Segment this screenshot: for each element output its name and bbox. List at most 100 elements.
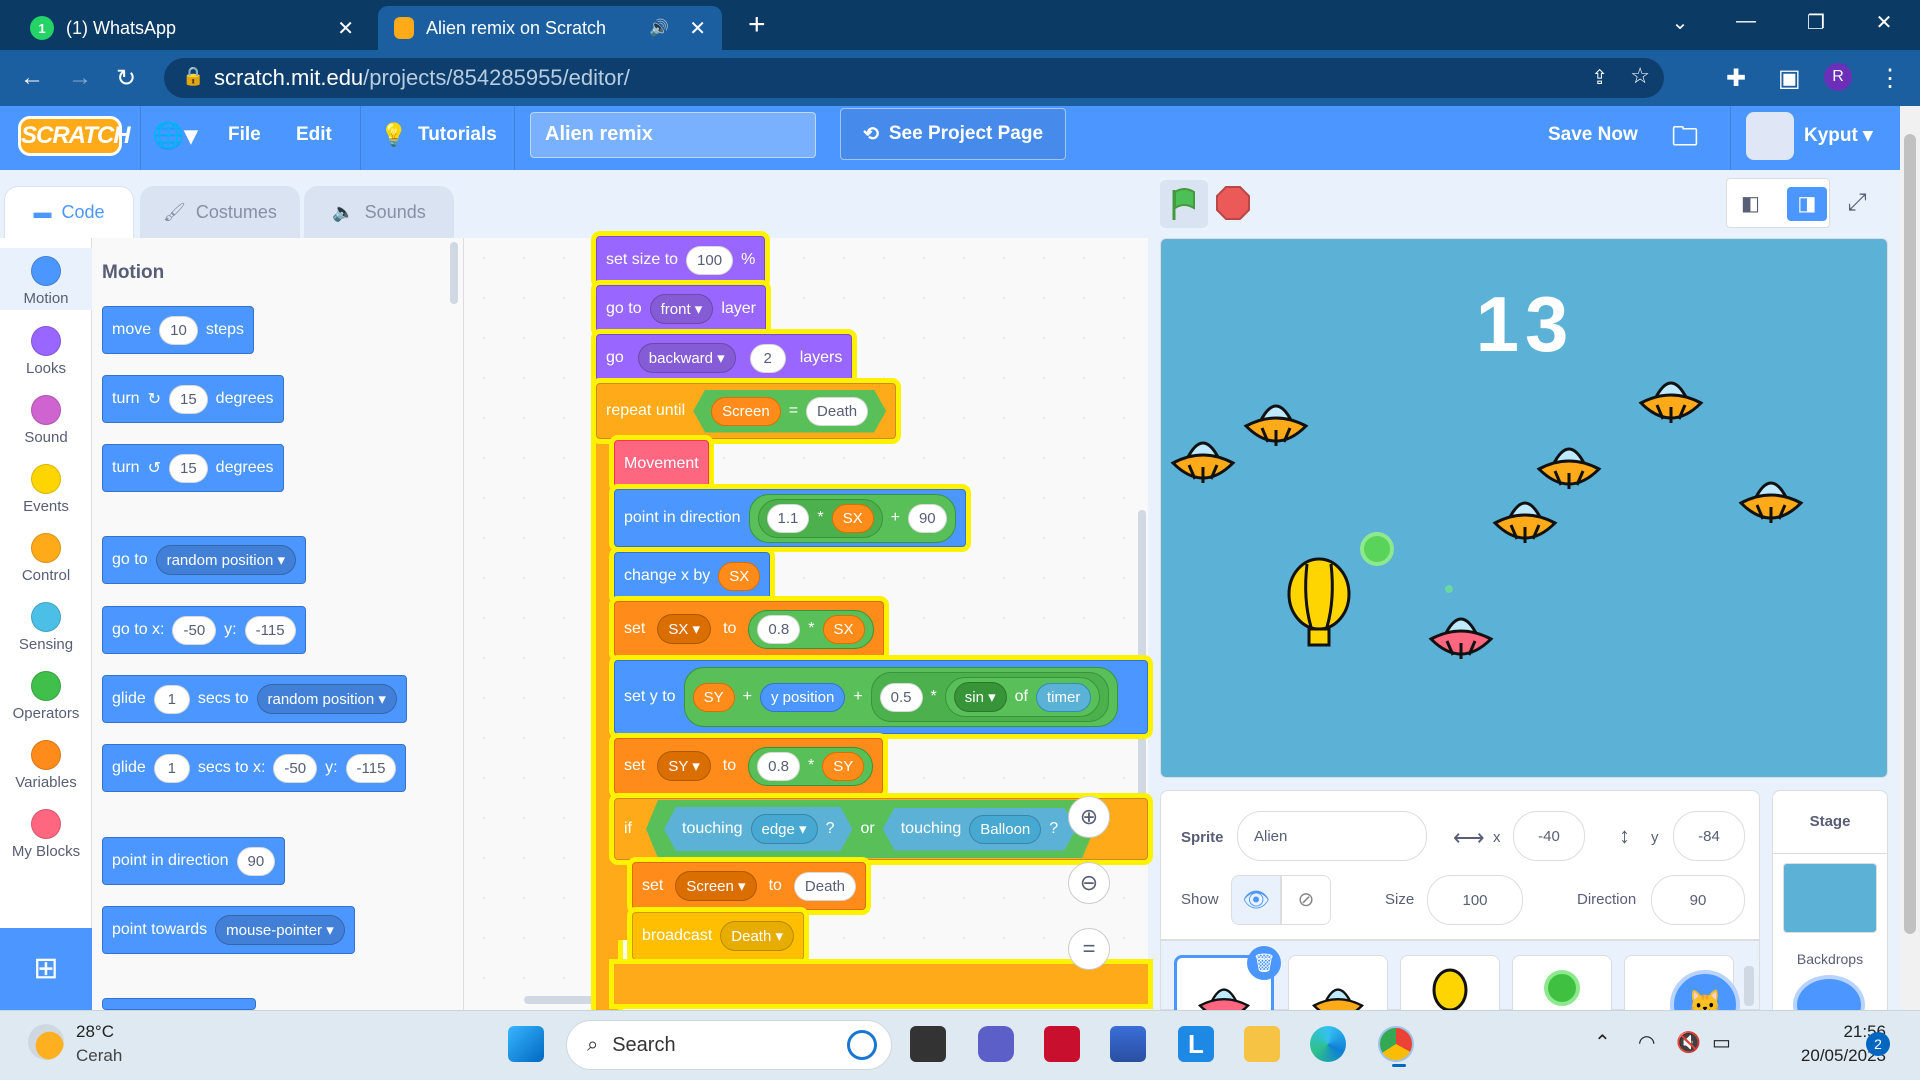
category-motion[interactable]: Motion <box>0 248 92 310</box>
block-move-steps[interactable]: move 10 steps <box>102 306 255 354</box>
zoom-out-icon[interactable]: ⊖ <box>1068 862 1110 904</box>
edge-browser-icon[interactable] <box>1310 1026 1346 1062</box>
stage-canvas[interactable]: 13 <box>1160 238 1888 778</box>
block-input[interactable]: 15 <box>168 384 208 414</box>
tab-costumes[interactable]: 🖌 Costumes <box>140 186 300 238</box>
add-operator[interactable]: SY + y position +0.5 * sin ▾ of timer <box>683 667 1119 727</box>
delete-sprite-icon[interactable]: 🗑 <box>1247 946 1281 980</box>
sprite-list-scrollbar[interactable] <box>1744 966 1754 1006</box>
add-operator[interactable]: 1.1 * SX +90 <box>748 493 956 543</box>
bing-icon[interactable] <box>847 1030 877 1060</box>
category-sensing[interactable]: Sensing <box>0 602 92 653</box>
variable-reporter[interactable]: SY <box>822 751 865 781</box>
language-globe-icon[interactable]: 🌐▾ <box>152 120 197 151</box>
extensions-icon[interactable]: ✚ <box>1726 64 1746 93</box>
block-input[interactable]: 2 <box>749 343 786 373</box>
see-project-page-button[interactable]: ⟲ See Project Page <box>840 108 1066 160</box>
block-change-x[interactable]: change x by SX <box>614 552 771 600</box>
block-input[interactable]: -50 <box>273 753 318 783</box>
size-field[interactable]: 100 <box>1427 875 1523 925</box>
block-dropdown[interactable]: random position ▾ <box>155 545 297 575</box>
volume-muted-icon[interactable]: 🔇 <box>1676 1030 1701 1055</box>
minimize-icon[interactable]: — <box>1726 10 1766 33</box>
close-tab-icon[interactable]: ✕ <box>337 16 354 41</box>
block-dropdown[interactable]: SX ▾ <box>657 614 712 644</box>
edit-menu[interactable]: Edit <box>296 124 332 146</box>
tab-search-icon[interactable]: ⌄ <box>1660 10 1700 35</box>
tab-code[interactable]: ▬ Code <box>4 186 134 238</box>
block-broadcast[interactable]: broadcast Death ▾ <box>632 912 804 960</box>
block-turn-left[interactable]: turn ↺ 15 degrees <box>102 444 284 492</box>
touching-edge-condition[interactable]: touching edge ▾? <box>664 807 852 851</box>
block-input[interactable]: 0.5 <box>879 682 923 712</box>
y-field[interactable]: -84 <box>1673 811 1745 861</box>
variable-reporter[interactable]: SX <box>831 503 874 533</box>
block-movement-call[interactable]: Movement <box>614 440 709 488</box>
block-input[interactable]: 1.1 <box>766 503 810 533</box>
show-eye-icon[interactable]: 👁 <box>1231 875 1281 925</box>
show-hidden-icons-chevron-icon[interactable]: ⌃ <box>1594 1030 1611 1055</box>
category-variables[interactable]: Variables <box>0 740 92 791</box>
block-glide-xy[interactable]: glide 1 secs to x: -50 y: -115 <box>102 744 407 792</box>
wifi-icon[interactable]: ◠ <box>1638 1030 1655 1055</box>
taskbar-search[interactable]: ⌕ Search <box>566 1020 892 1070</box>
tab-sounds[interactable]: 🔈 Sounds <box>304 186 454 238</box>
multiply-operator[interactable]: 0.8 * SY <box>748 746 874 786</box>
block-dropdown[interactable]: Balloon <box>969 815 1041 844</box>
tab-whatsapp[interactable]: 1 (1) WhatsApp ✕ <box>14 6 370 50</box>
block-glide-random[interactable]: glide 1 secs to random position ▾ <box>102 675 407 723</box>
block-go-to-xy[interactable]: go to x: -50 y: -115 <box>102 606 306 654</box>
block-dropdown[interactable]: SY ▾ <box>657 751 711 781</box>
chrome-browser-icon[interactable] <box>1378 1026 1414 1062</box>
block-input[interactable]: 1 <box>153 684 190 714</box>
battery-icon[interactable]: ▭ <box>1712 1030 1731 1055</box>
math-function-operator[interactable]: sin ▾ of timer <box>944 677 1101 717</box>
multiply-operator[interactable]: 0.5 * sin ▾ of timer <box>870 672 1110 722</box>
category-events[interactable]: Events <box>0 464 92 515</box>
zoom-in-icon[interactable]: ⊕ <box>1068 796 1110 838</box>
block-dropdown[interactable]: front ▾ <box>649 294 714 324</box>
notification-badge[interactable]: 2 <box>1866 1032 1890 1056</box>
block-point-towards[interactable]: point towards mouse-pointer ▾ <box>102 906 355 954</box>
equals-operator[interactable]: Screen = Death <box>693 390 886 433</box>
or-operator[interactable]: touching edge ▾? or touching Balloon? <box>646 800 1094 858</box>
launcher-l-icon[interactable]: L <box>1178 1026 1214 1062</box>
block-input[interactable]: 0.8 <box>757 751 800 781</box>
block-go-layers[interactable]: go backward ▾ 2 layers <box>596 334 853 382</box>
tab-scratch[interactable]: Alien remix on Scratch 🔊 ✕ <box>378 6 722 50</box>
block-input[interactable]: Death <box>793 871 856 901</box>
block-point-direction[interactable]: point in direction 90 <box>102 837 286 885</box>
touching-balloon-condition[interactable]: touching Balloon? <box>883 808 1076 851</box>
small-stage-icon[interactable]: ◧ <box>1741 191 1760 216</box>
category-sound[interactable]: Sound <box>0 395 92 446</box>
block-point-in-direction[interactable]: point in direction 1.1 * SX +90 <box>614 489 966 547</box>
block-input[interactable]: 1 <box>153 753 190 783</box>
block-input[interactable]: -50 <box>172 615 217 645</box>
block-dropdown[interactable]: backward ▾ <box>637 343 736 373</box>
zoom-reset-icon[interactable]: = <box>1068 928 1110 970</box>
block-input[interactable]: -115 <box>244 615 296 645</box>
page-scroll-thumb[interactable] <box>1904 134 1916 934</box>
category-operators[interactable]: Operators <box>0 671 92 722</box>
page-scrollbar[interactable] <box>1900 106 1920 1010</box>
block-input[interactable]: 90 <box>907 503 947 533</box>
block-dropdown[interactable]: random position ▾ <box>256 684 397 714</box>
mcafee-icon[interactable] <box>1044 1026 1080 1062</box>
block-go-to-layer[interactable]: go to front ▾ layer <box>596 285 766 333</box>
block-input[interactable]: 0.8 <box>757 614 801 644</box>
add-extension-button[interactable]: ⊞ <box>0 928 92 1010</box>
category-my-blocks[interactable]: My Blocks <box>0 809 92 860</box>
back-icon[interactable]: ← <box>20 64 44 92</box>
x-field[interactable]: -40 <box>1513 811 1585 861</box>
bookmark-star-icon[interactable]: ☆ <box>1630 63 1650 89</box>
variable-reporter[interactable]: SX <box>822 614 865 644</box>
green-flag-button[interactable] <box>1160 180 1208 228</box>
fullscreen-icon[interactable]: ⤢ <box>1836 182 1878 224</box>
category-control[interactable]: Control <box>0 533 92 584</box>
block-input[interactable]: 15 <box>168 453 208 483</box>
block-input[interactable]: -115 <box>345 753 397 783</box>
audio-playing-icon[interactable]: 🔊 <box>649 18 669 38</box>
block-set-size[interactable]: set size to 100% <box>596 236 766 284</box>
profile-avatar[interactable]: R <box>1824 63 1852 91</box>
block-if[interactable]: if touching edge ▾? or touching Balloon? <box>614 798 1148 860</box>
